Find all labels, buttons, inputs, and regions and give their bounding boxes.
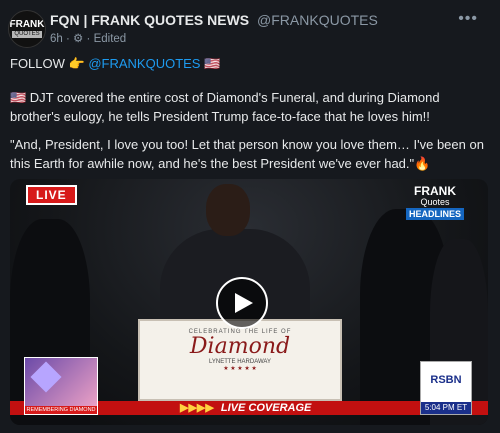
post-time[interactable]: 6h bbox=[50, 33, 63, 45]
avatar[interactable]: FRANK QUOTES bbox=[8, 10, 46, 48]
rsbn-logo: RSBN 5:04 PM ET bbox=[420, 361, 472, 415]
author-name[interactable]: FQN | FRANK QUOTES NEWS bbox=[50, 12, 249, 28]
follow-line: FOLLOW 👉 @FRANKQUOTES 🇺🇸 bbox=[10, 54, 490, 73]
brand-line-3: HEADLINES bbox=[405, 208, 464, 220]
follow-suffix: 🇺🇸 bbox=[204, 56, 221, 71]
follow-mention[interactable]: @FRANKQUOTES bbox=[88, 56, 200, 71]
lectern-sign: CELEBRATING THE LIFE OF Diamond LYNETTE … bbox=[138, 319, 342, 401]
brand-line-2: Quotes bbox=[420, 197, 450, 207]
diamond-icon bbox=[30, 361, 62, 393]
lectern-name: Diamond bbox=[189, 334, 291, 359]
play-icon[interactable] bbox=[216, 277, 268, 329]
post-header: FQN | FRANK QUOTES NEWS @FRANKQUOTES bbox=[50, 12, 378, 28]
live-badge: LIVE bbox=[26, 185, 77, 205]
post: FRANK QUOTES FQN | FRANK QUOTES NEWS @FR… bbox=[0, 0, 500, 433]
lectern-stars: ★ ★ ★ ★ ★ bbox=[223, 366, 257, 372]
follow-prefix: FOLLOW 👉 bbox=[10, 56, 85, 71]
rsbn-time: 5:04 PM ET bbox=[421, 402, 471, 414]
globe-icon: ⚙ bbox=[73, 33, 84, 45]
remembering-thumbnail: REMEMBERING DIAMOND bbox=[24, 357, 98, 415]
avatar-text-2: QUOTES bbox=[12, 31, 42, 38]
avatar-text-1: FRANK bbox=[9, 19, 45, 30]
post-meta: 6h · ⚙ · Edited bbox=[50, 33, 127, 45]
brand-line-1: FRANK bbox=[413, 184, 456, 198]
thumbnail-label: REMEMBERING DIAMOND bbox=[25, 406, 97, 414]
more-icon[interactable]: ••• bbox=[458, 10, 478, 28]
coverage-label: LIVE COVERAGE bbox=[220, 402, 312, 414]
brand-logo: FRANK Quotes HEADLINES bbox=[405, 184, 464, 220]
speaker-head bbox=[206, 184, 250, 236]
arrows-icon: ▶▶▶▶ bbox=[180, 402, 214, 414]
edited-label[interactable]: Edited bbox=[94, 33, 127, 45]
video-player[interactable]: CELEBRATING THE LIFE OF Diamond LYNETTE … bbox=[10, 179, 488, 425]
post-paragraph-2: "And, President, I love you too! Let tha… bbox=[10, 137, 484, 171]
rsbn-text: RSBN bbox=[430, 374, 462, 386]
post-paragraph-1: 🇺🇸 DJT covered the entire cost of Diamon… bbox=[10, 90, 440, 124]
author-handle[interactable]: @FRANKQUOTES bbox=[257, 12, 378, 28]
coverage-text: ▶▶▶▶ LIVE COVERAGE bbox=[180, 401, 311, 415]
